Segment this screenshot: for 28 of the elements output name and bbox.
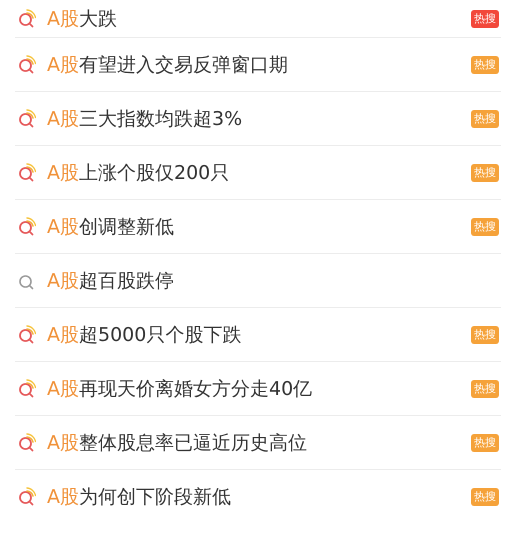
hot-search-icon bbox=[18, 8, 36, 28]
search-suggestion[interactable]: A股上涨个股仅200只 bbox=[47, 160, 471, 186]
hot-search-icon bbox=[18, 108, 36, 128]
hot-search-icon bbox=[18, 54, 36, 74]
search-suggestion[interactable]: A股超百股跌停 bbox=[47, 268, 501, 294]
hot-search-icon bbox=[18, 216, 36, 236]
search-suggestion[interactable]: A股再现天价离婚女方分走40亿 bbox=[47, 376, 471, 402]
hot-search-icon bbox=[18, 487, 36, 507]
hot-tag: 热搜 bbox=[471, 110, 499, 128]
hot-search-icon bbox=[18, 162, 36, 182]
search-suggestion[interactable]: A股有望进入交易反弹窗口期 bbox=[47, 52, 471, 78]
hot-tag: 热搜 bbox=[471, 380, 499, 398]
search-suggestion[interactable]: A股大跌 bbox=[47, 6, 471, 32]
search-suggestion[interactable]: A股超5000只个股下跌 bbox=[47, 322, 471, 348]
search-suggestion[interactable]: A股三大指数均跌超3% bbox=[47, 106, 471, 132]
hot-search-icon bbox=[18, 432, 36, 452]
search-suggestion[interactable]: A股整体股息率已逼近历史高位 bbox=[47, 430, 471, 456]
hot-tag: 热搜 bbox=[471, 56, 499, 74]
hot-tag: 热搜 bbox=[471, 488, 499, 506]
hot-tag: 热搜 bbox=[471, 218, 499, 236]
hot-tag: 热搜 bbox=[471, 10, 499, 28]
hot-search-icon bbox=[18, 324, 36, 344]
search-suggestion[interactable]: A股创调整新低 bbox=[47, 214, 471, 240]
hot-tag: 热搜 bbox=[471, 434, 499, 452]
search-suggestion[interactable]: A股为何创下阶段新低 bbox=[47, 484, 471, 510]
hot-tag: 热搜 bbox=[471, 326, 499, 344]
hot-search-icon bbox=[18, 378, 36, 398]
hot-tag: 热搜 bbox=[471, 164, 499, 182]
